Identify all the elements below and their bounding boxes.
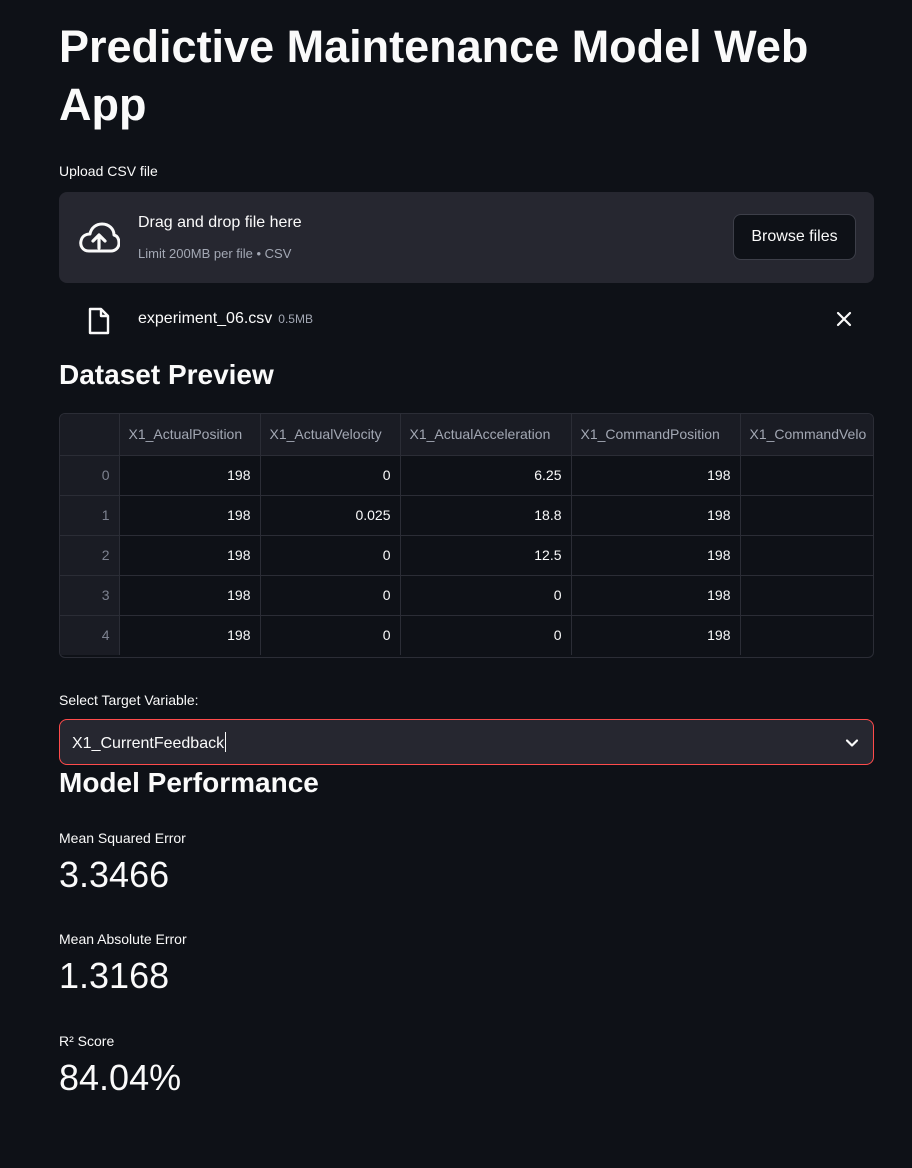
- row-index: 4: [60, 615, 120, 655]
- row-index: 0: [60, 455, 120, 496]
- file-size: 0.5MB: [278, 312, 313, 326]
- text-cursor: [225, 732, 227, 752]
- table-cell: 0: [260, 575, 401, 616]
- upload-label: Upload CSV file: [59, 163, 158, 179]
- table-cell: [740, 495, 873, 536]
- table-cell: 198: [571, 615, 741, 655]
- table-cell: [740, 575, 873, 616]
- table-cell: 198: [119, 535, 261, 576]
- column-header[interactable]: X1_ActualVelocity: [260, 414, 401, 456]
- dropzone-limit: Limit 200MB per file • CSV: [138, 246, 292, 261]
- table-row: 1 198 0.025 18.8 198: [60, 495, 873, 536]
- app-page: Predictive Maintenance Model Web App Upl…: [0, 0, 912, 1168]
- column-header[interactable]: X1_CommandPosition: [571, 414, 741, 456]
- table-cell: [740, 615, 873, 655]
- dropzone-instructions: Drag and drop file here: [138, 214, 302, 231]
- table-cell: [740, 455, 873, 496]
- file-icon: [88, 307, 110, 335]
- table-cell: 198: [119, 455, 261, 496]
- metric-label: Mean Absolute Error: [59, 931, 187, 947]
- table-cell: 0.025: [260, 495, 401, 536]
- table-cell: 198: [119, 575, 261, 616]
- table-cell: 6.25: [400, 455, 572, 496]
- table-row: 0 198 0 6.25 198: [60, 455, 873, 496]
- select-value: X1_CurrentFeedback: [72, 735, 225, 752]
- uploaded-file-row: experiment_06.csv 0.5MB: [59, 283, 874, 357]
- table-cell: 0: [260, 535, 401, 576]
- table-cell: 198: [571, 575, 741, 616]
- row-index: 1: [60, 495, 120, 536]
- target-variable-select[interactable]: X1_CurrentFeedback: [59, 719, 874, 765]
- metric-mse: Mean Squared Error 3.3466: [59, 829, 874, 897]
- dataset-table[interactable]: X1_ActualPosition X1_ActualVelocity X1_A…: [59, 413, 874, 658]
- column-header[interactable]: X1_ActualPosition: [119, 414, 261, 456]
- column-header: [60, 414, 120, 456]
- metric-r2: R² Score 84.04%: [59, 1032, 874, 1100]
- uploaded-file-name: experiment_06.csv 0.5MB: [138, 310, 313, 328]
- dataset-preview-heading: Dataset Preview: [59, 359, 274, 390]
- table-cell: 198: [119, 495, 261, 536]
- browse-files-button[interactable]: Browse files: [733, 214, 856, 260]
- metric-mae: Mean Absolute Error 1.3168: [59, 930, 874, 998]
- table-cell: 18.8: [400, 495, 572, 536]
- table-row: 4 198 0 0 198: [60, 615, 873, 655]
- table-cell: 0: [260, 615, 401, 655]
- table-row: 2 198 0 12.5 198: [60, 535, 873, 576]
- table-header-row: X1_ActualPosition X1_ActualVelocity X1_A…: [60, 414, 873, 456]
- table-row: 3 198 0 0 198: [60, 575, 873, 616]
- table-cell: 198: [119, 615, 261, 655]
- row-index: 3: [60, 575, 120, 616]
- select-value-container: X1_CurrentFeedback: [72, 732, 227, 753]
- page-title: Predictive Maintenance Model Web App: [59, 21, 809, 130]
- table-cell: 198: [571, 455, 741, 496]
- metric-value: 84.04%: [59, 1057, 182, 1098]
- table-cell: [740, 535, 873, 576]
- close-icon[interactable]: [836, 311, 852, 327]
- row-index: 2: [60, 535, 120, 576]
- file-name-text: experiment_06.csv: [138, 310, 273, 327]
- target-select-label: Select Target Variable:: [59, 692, 199, 708]
- metric-value: 3.3466: [59, 854, 170, 895]
- cloud-upload-icon: [79, 222, 120, 253]
- dataframe: X1_ActualPosition X1_ActualVelocity X1_A…: [60, 414, 873, 655]
- metric-label: R² Score: [59, 1033, 115, 1049]
- column-header[interactable]: X1_ActualAcceleration: [400, 414, 572, 456]
- table-cell: 0: [400, 575, 572, 616]
- table-cell: 0: [400, 615, 572, 655]
- chevron-down-icon[interactable]: [845, 736, 859, 750]
- metric-label: Mean Squared Error: [59, 830, 186, 846]
- metric-value: 1.3168: [59, 955, 170, 996]
- table-cell: 12.5: [400, 535, 572, 576]
- model-performance-heading: Model Performance: [59, 767, 319, 798]
- column-header[interactable]: X1_CommandVelo: [740, 414, 873, 456]
- table-cell: 198: [571, 535, 741, 576]
- table-cell: 0: [260, 455, 401, 496]
- table-cell: 198: [571, 495, 741, 536]
- file-dropzone[interactable]: Drag and drop file here Limit 200MB per …: [59, 192, 874, 283]
